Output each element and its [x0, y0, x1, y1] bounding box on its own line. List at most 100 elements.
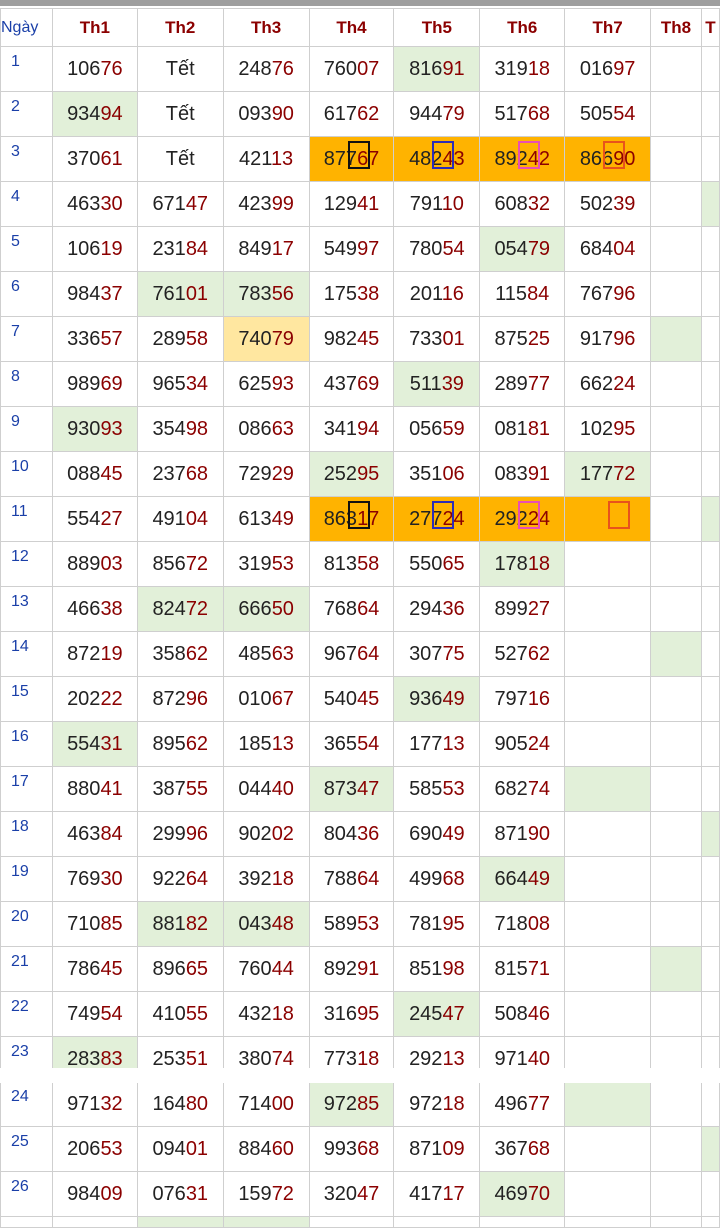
top-border	[0, 0, 720, 8]
partial-cell	[564, 1216, 652, 1228]
result-cell: 88182	[136, 901, 224, 947]
result-number: 93649	[409, 687, 465, 710]
result-cell: 87525	[479, 316, 566, 362]
result-number: 28977	[494, 372, 551, 395]
result-number: 10619	[67, 237, 123, 260]
result-cell: 33657	[51, 316, 138, 362]
result-cell	[700, 181, 720, 227]
result-cell: 76930	[51, 856, 138, 902]
result-number: 78054	[409, 237, 465, 260]
day-number: 6	[0, 271, 53, 317]
result-cell: 66224	[564, 361, 652, 407]
result-cell: 05659	[393, 406, 481, 452]
table-row: 15 20222 87296 01067 54045 93649 79716	[0, 676, 720, 722]
result-cell	[650, 46, 702, 92]
table-row: 16 55431 89562 18513 36554 17713 90524	[0, 721, 720, 767]
result-cell	[564, 901, 652, 947]
result-number: 68404	[579, 237, 636, 260]
result-number: 73301	[409, 327, 465, 350]
result-cell	[700, 721, 720, 767]
result-number: 89291	[323, 957, 380, 980]
holiday-label: Tết	[165, 147, 195, 170]
result-cell: 54997	[308, 226, 395, 272]
result-cell: 78864	[308, 856, 395, 902]
result-cell: 01697	[564, 46, 652, 92]
result-cell	[700, 631, 720, 677]
result-cell	[650, 181, 702, 227]
result-number: 23768	[152, 462, 209, 485]
result-number: 16480	[152, 1092, 209, 1115]
result-number: 28383	[67, 1047, 123, 1070]
result-number: 66224	[579, 372, 636, 395]
result-cell	[700, 91, 720, 137]
result-cell: 89291	[308, 946, 395, 992]
result-cell	[700, 541, 720, 587]
table-row: 11 55427 49104 61349 86317 27724 29224	[0, 496, 720, 542]
result-cell: 55431	[51, 721, 138, 767]
result-number: 50554	[579, 102, 636, 125]
result-cell: 08391	[479, 451, 566, 497]
result-cell: 31695	[308, 991, 395, 1037]
result-cell: Tết	[136, 46, 224, 92]
result-number: 94479	[409, 102, 465, 125]
result-cell: 20653	[51, 1126, 138, 1172]
result-number: 79716	[494, 687, 551, 710]
result-number: 58953	[323, 912, 380, 935]
result-number: 51768	[494, 102, 551, 125]
highlight-box	[518, 501, 541, 529]
day-number: 13	[0, 586, 53, 632]
result-cell: 36768	[479, 1126, 566, 1172]
result-cell: 10676	[51, 46, 138, 92]
result-cell	[700, 451, 720, 497]
result-cell: 23768	[136, 451, 224, 497]
result-number: 88182	[152, 912, 209, 935]
result-cell: 25295	[308, 451, 395, 497]
result-number: 89927	[494, 597, 551, 620]
result-number: 36554	[323, 732, 380, 755]
result-cell: 17538	[308, 271, 395, 317]
table-row: 8 98969 96534 62593 43769 51139 28977 66224	[0, 361, 720, 407]
bottom-cutoff	[0, 1068, 720, 1083]
result-number: 29996	[152, 822, 209, 845]
result-number: 97285	[323, 1092, 380, 1115]
result-cell: 29996	[136, 811, 224, 857]
header-t: T	[700, 8, 720, 47]
result-cell	[650, 496, 702, 542]
day-number: 14	[0, 631, 53, 677]
result-number: 17713	[409, 732, 465, 755]
partial-cell	[51, 1216, 138, 1228]
partial-cell	[308, 1216, 395, 1228]
result-number: 88460	[238, 1137, 294, 1160]
result-cell	[650, 541, 702, 587]
result-cell	[564, 586, 652, 632]
highlight-box	[347, 141, 370, 169]
result-number: 25351	[152, 1047, 209, 1070]
result-number: 54045	[323, 687, 380, 710]
result-cell	[650, 631, 702, 677]
result-cell: 48243	[393, 136, 481, 182]
result-number: 08845	[67, 462, 123, 485]
result-cell: 96534	[136, 361, 224, 407]
result-cell	[650, 946, 702, 992]
result-cell: 88041	[51, 766, 138, 812]
result-cell: 99368	[308, 1126, 395, 1172]
highlight-box	[347, 501, 370, 529]
result-number: 43769	[323, 372, 380, 395]
result-number: 85198	[409, 957, 465, 980]
result-cell: 12941	[308, 181, 395, 227]
result-cell: 88460	[222, 1126, 310, 1172]
result-cell: 87347	[308, 766, 395, 812]
result-cell	[700, 1171, 720, 1217]
result-cell	[564, 1171, 652, 1217]
partial-cell	[222, 1216, 310, 1228]
result-number: 55065	[409, 552, 465, 575]
result-cell	[700, 901, 720, 947]
result-cell: 82472	[136, 586, 224, 632]
result-number: 01067	[238, 687, 294, 710]
day-number: 1	[0, 46, 53, 92]
day-number: 9	[0, 406, 53, 452]
table-row: 13 46638 82472 66650 76864 29436 89927	[0, 586, 720, 632]
result-number: 55431	[67, 732, 123, 755]
result-number: 98437	[67, 282, 123, 305]
result-cell: 76007	[308, 46, 395, 92]
